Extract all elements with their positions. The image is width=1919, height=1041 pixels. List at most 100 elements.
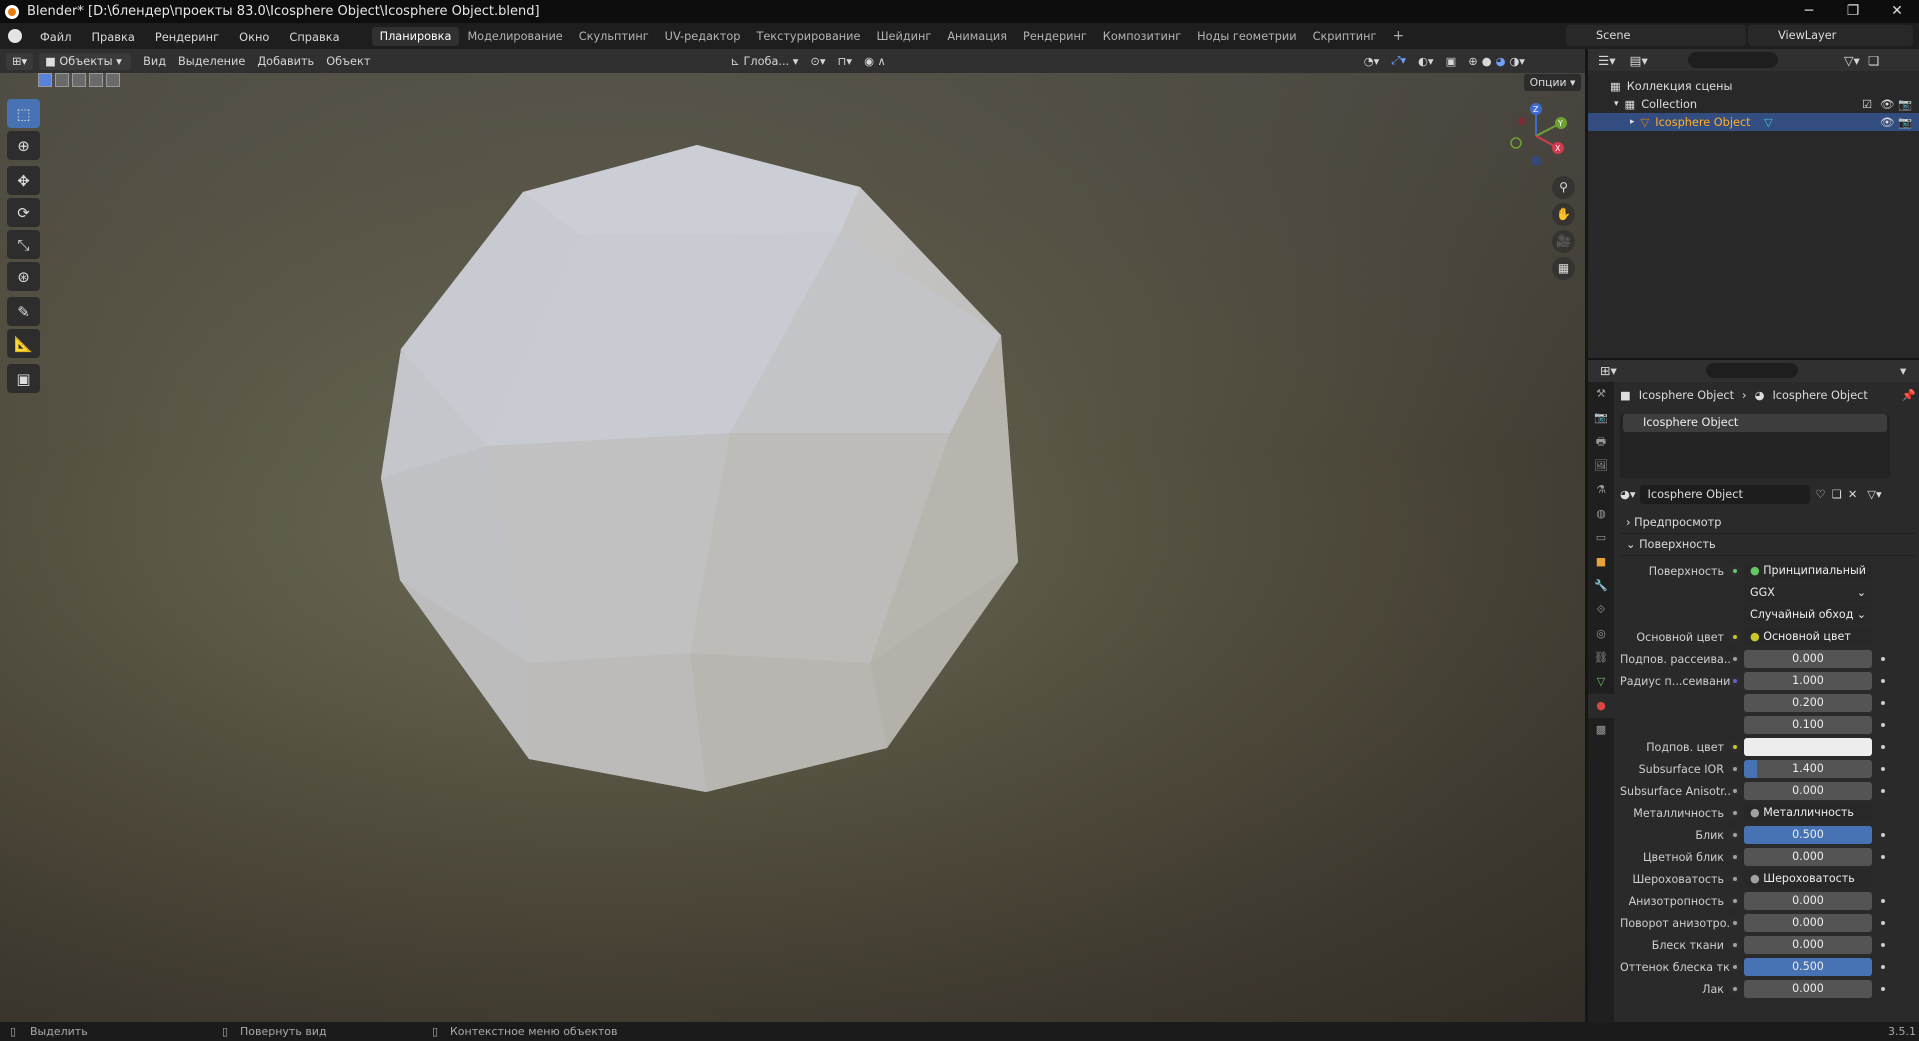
number-field[interactable]: 0.000 xyxy=(1744,650,1872,668)
mode-dropdown[interactable]: ■ Объекты ▾ xyxy=(39,52,132,70)
keyframe-dot-icon[interactable] xyxy=(1881,943,1885,947)
shading-material-icon[interactable]: ◕ xyxy=(1496,55,1506,68)
add-cube-tool-icon[interactable]: ▣ xyxy=(7,364,40,393)
number-field[interactable]: 0.000 xyxy=(1744,914,1872,932)
constraints-tab-icon[interactable]: ⛓ xyxy=(1588,646,1614,670)
close-button[interactable]: ✕ xyxy=(1875,0,1919,23)
particles-tab-icon[interactable]: ⟐ xyxy=(1588,598,1614,622)
cursor-tool-icon[interactable]: ⊕ xyxy=(7,131,40,160)
menu-add[interactable]: Добавить xyxy=(257,55,314,68)
zoom-icon[interactable]: ⚲ xyxy=(1552,176,1575,199)
expand-collection-icon[interactable]: ▾ xyxy=(1614,99,1619,109)
shading-rendered-icon[interactable]: ◑▾ xyxy=(1509,55,1525,68)
keyframe-dot-icon[interactable] xyxy=(1881,657,1885,661)
number-field[interactable]: 0.500 xyxy=(1744,826,1872,844)
properties-options-icon[interactable]: ▾ xyxy=(1900,363,1906,378)
color-swatch[interactable] xyxy=(1744,738,1872,756)
select-box-tool-icon[interactable]: ⬚ xyxy=(7,99,40,128)
measure-tool-icon[interactable]: 📐 xyxy=(7,329,40,358)
tab-layout[interactable]: Планировка xyxy=(371,26,460,46)
modifiers-tab-icon[interactable]: 🔧 xyxy=(1588,574,1614,598)
socket-icon[interactable] xyxy=(1730,984,1740,994)
socket-icon[interactable] xyxy=(1730,676,1740,686)
number-field[interactable]: 1.000 xyxy=(1744,672,1872,690)
scene-tab-icon[interactable]: ⚗ xyxy=(1588,478,1614,502)
pivot-icon[interactable]: ⊙▾ xyxy=(810,55,825,68)
socket-icon[interactable] xyxy=(1730,808,1740,818)
proportional-edit-icon[interactable]: ◉ ∧ xyxy=(864,55,886,68)
browse-material-icon[interactable]: ◕▾ xyxy=(1620,488,1636,501)
pin-icon[interactable]: 📌 xyxy=(1902,389,1916,402)
select-new-icon[interactable] xyxy=(38,73,52,87)
material-tab-icon[interactable]: ● xyxy=(1588,694,1614,718)
material-name-field[interactable]: Icosphere Object xyxy=(1639,484,1810,504)
minimize-button[interactable]: ─ xyxy=(1787,0,1831,23)
socket-icon[interactable] xyxy=(1730,940,1740,950)
xray-icon[interactable]: ▣ xyxy=(1446,55,1457,68)
unlink-material-icon[interactable]: ✕ xyxy=(1848,488,1857,501)
keyframe-dot-icon[interactable] xyxy=(1881,833,1885,837)
outliner-object-row[interactable]: ▸ ▽ Icosphere Object ▽ 👁 📷 xyxy=(1588,113,1919,131)
visibility-eye-icon[interactable]: 👁 xyxy=(1880,98,1894,111)
render-tab-icon[interactable]: 📷 xyxy=(1588,406,1614,430)
menu-object[interactable]: Объект xyxy=(326,55,370,68)
navigation-gizmo[interactable]: Z Y X xyxy=(1499,99,1573,173)
number-field[interactable]: 0.200 xyxy=(1744,694,1872,712)
socket-icon[interactable] xyxy=(1730,632,1740,642)
outliner-collection-row[interactable]: ▾ ▦ Collection ☑ 👁 📷 xyxy=(1588,95,1919,113)
object-tab-icon[interactable]: ■ xyxy=(1588,550,1614,574)
linked-input-field[interactable]: ● Металличность xyxy=(1744,804,1872,822)
options-dropdown[interactable]: Опции ▾ xyxy=(1524,74,1581,91)
menu-render[interactable]: Рендеринг xyxy=(155,30,219,44)
annotate-tool-icon[interactable]: ✎ xyxy=(7,297,40,326)
socket-icon[interactable] xyxy=(1730,830,1740,840)
keyframe-dot-icon[interactable] xyxy=(1881,965,1885,969)
texture-tab-icon[interactable]: ▩ xyxy=(1588,718,1614,742)
transform-tool-icon[interactable]: ⊛ xyxy=(7,262,40,291)
filter-icon[interactable]: ▽▾ xyxy=(1844,53,1860,68)
shading-wire-icon[interactable]: ⊕ xyxy=(1468,55,1477,68)
scale-tool-icon[interactable]: ⤡ xyxy=(7,230,40,259)
properties-search-input[interactable] xyxy=(1706,363,1798,378)
link-type-icon[interactable]: ▽▾ xyxy=(1867,488,1881,501)
properties-editor-icon[interactable]: ⊞▾ xyxy=(1600,363,1617,378)
physics-tab-icon[interactable]: ◎ xyxy=(1588,622,1614,646)
keyframe-dot-icon[interactable] xyxy=(1881,723,1885,727)
render-camera-icon[interactable]: 📷 xyxy=(1898,98,1912,111)
tab-sculpting[interactable]: Скульптинг xyxy=(571,27,657,46)
socket-icon[interactable] xyxy=(1730,786,1740,796)
view-layer-tab-icon[interactable]: 🖼 xyxy=(1588,454,1614,478)
rotate-tool-icon[interactable]: ⟳ xyxy=(7,198,40,227)
material-slot-item[interactable]: Icosphere Object xyxy=(1623,414,1887,432)
surface-panel-header[interactable]: ⌄ Поверхность xyxy=(1620,534,1916,556)
preview-panel-header[interactable]: › Предпросмотр xyxy=(1620,512,1916,534)
expand-object-icon[interactable]: ▸ xyxy=(1630,117,1635,127)
socket-icon[interactable] xyxy=(1730,896,1740,906)
number-field[interactable]: 0.000 xyxy=(1744,936,1872,954)
menu-help[interactable]: Справка xyxy=(289,30,339,44)
object-visibility-eye-icon[interactable]: 👁 xyxy=(1880,116,1894,129)
outliner-scene-collection[interactable]: ▦ Коллекция сцены xyxy=(1588,77,1919,95)
property-dropdown[interactable]: Случайный обход ⌄ xyxy=(1744,606,1872,624)
number-field[interactable]: 0.500 xyxy=(1744,958,1872,976)
keyframe-dot-icon[interactable] xyxy=(1881,679,1885,683)
property-dropdown[interactable]: GGX ⌄ xyxy=(1744,584,1872,602)
menu-window[interactable]: Окно xyxy=(239,30,269,44)
number-field[interactable]: 0.100 xyxy=(1744,716,1872,734)
socket-icon[interactable] xyxy=(1730,852,1740,862)
icosphere-object[interactable] xyxy=(0,73,1585,1022)
viewlayer-selector[interactable]: ViewLayer xyxy=(1748,25,1913,46)
socket-icon[interactable] xyxy=(1730,764,1740,774)
linked-input-field[interactable]: ● Принципиальный BSDF xyxy=(1744,562,1872,580)
select-invert-icon[interactable] xyxy=(89,73,103,87)
editor-type-button[interactable]: ⊞▾ xyxy=(6,52,34,70)
tab-geometry-nodes[interactable]: Ноды геометрии xyxy=(1189,27,1304,46)
keyframe-dot-icon[interactable] xyxy=(1881,789,1885,793)
tab-texture-paint[interactable]: Текстурирование xyxy=(748,27,868,46)
socket-icon[interactable] xyxy=(1730,742,1740,752)
object-render-camera-icon[interactable]: 📷 xyxy=(1898,116,1912,129)
select-extend-icon[interactable] xyxy=(55,73,69,87)
exclude-checkbox-icon[interactable]: ☑ xyxy=(1862,98,1872,111)
scene-selector[interactable]: Scene xyxy=(1566,25,1746,46)
output-tab-icon[interactable]: 🖶 xyxy=(1588,430,1614,454)
